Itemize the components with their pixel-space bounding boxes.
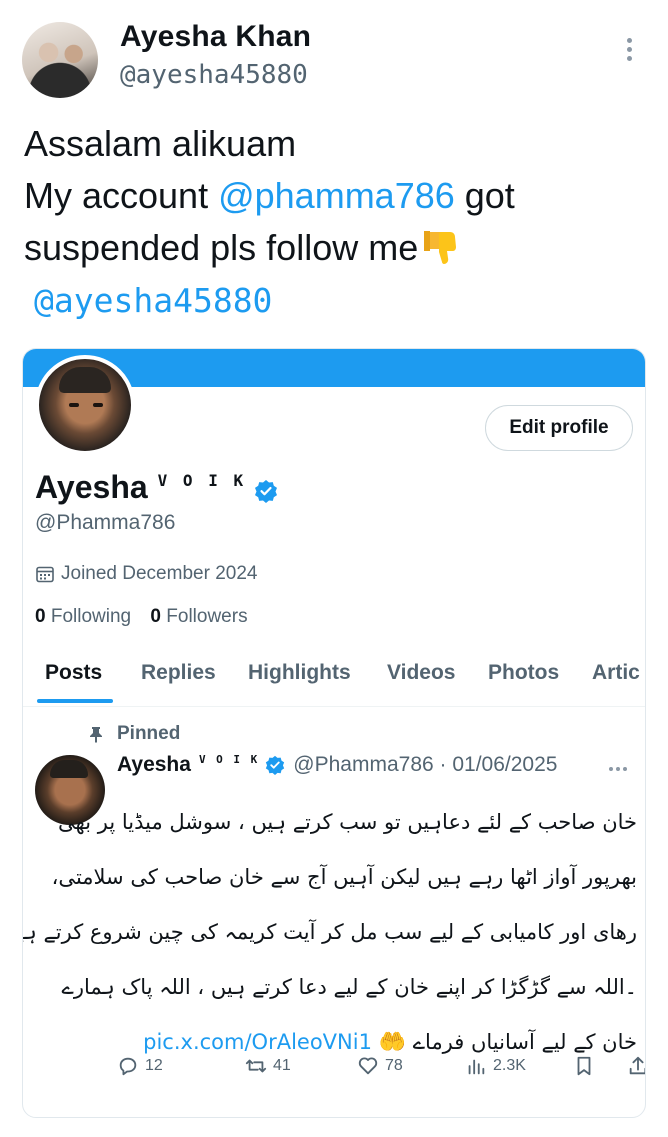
tab-posts[interactable]: Posts bbox=[45, 661, 102, 685]
post-text-line: ۔اللہ سے گڑگڑا کر اپنے خان کے لیے دعا کر… bbox=[61, 975, 637, 999]
follow-stats: 0 Following 0 Followers bbox=[35, 606, 248, 628]
profile-joined: Joined December 2024 bbox=[35, 563, 257, 585]
following-label: Following bbox=[50, 606, 132, 627]
profile-name-row: Ayesha V O I K bbox=[35, 469, 278, 506]
post-more-icon[interactable] bbox=[609, 767, 627, 771]
post-name-tag: V O I K bbox=[198, 753, 260, 766]
share-icon bbox=[629, 1056, 645, 1075]
bookmark-icon bbox=[577, 1056, 591, 1076]
author-handle[interactable]: @ayesha45880 bbox=[120, 60, 308, 90]
post-text: خان صاحب کے لئے دعاہیں تو سب کرتے ہیں ، … bbox=[22, 795, 637, 1070]
calendar-icon bbox=[36, 566, 54, 583]
like-count: 78 bbox=[385, 1057, 403, 1074]
verified-badge-icon bbox=[266, 755, 285, 775]
post-text-fragment: خان کے لیے آسانیاں فرماے bbox=[412, 1030, 637, 1054]
repost-icon bbox=[245, 1059, 267, 1073]
views-button[interactable]: 2.3K bbox=[465, 1055, 526, 1077]
reply-count: 12 bbox=[145, 1057, 163, 1074]
tab-replies[interactable]: Replies bbox=[141, 661, 216, 685]
reply-button[interactable]: 12 bbox=[117, 1055, 163, 1077]
heart-icon bbox=[358, 1057, 378, 1075]
view-count: 2.3K bbox=[493, 1057, 526, 1074]
post-header: Ayesha V O I K @Phamma786 · 01/06/2025 bbox=[117, 753, 557, 777]
tweet-text-fragment: got bbox=[454, 175, 515, 216]
tweet-text-fragment: suspended pls follow me bbox=[24, 227, 419, 268]
tweet-text-fragment: My account bbox=[24, 175, 219, 216]
tweet-text: Assalam alikuam My account @phamma786 go… bbox=[24, 118, 644, 327]
joined-date: Joined December 2024 bbox=[61, 563, 258, 584]
post-text-line: بھرپور آواز اٹھا رہے ہیں لیکن آہیں آج سے… bbox=[51, 865, 637, 889]
author-name[interactable]: Ayesha Khan bbox=[120, 20, 311, 54]
verified-badge-icon bbox=[255, 479, 278, 503]
post-author-name[interactable]: Ayesha bbox=[117, 753, 191, 777]
following-count: 0 bbox=[35, 606, 46, 627]
profile-avatar[interactable] bbox=[35, 355, 135, 455]
mention-link[interactable]: @ayesha45880 bbox=[34, 281, 272, 320]
tweet-line-4: @ayesha45880 bbox=[24, 274, 644, 327]
profile-handle: @Phamma786 bbox=[35, 511, 176, 534]
followers-link[interactable]: 0 Followers bbox=[150, 606, 247, 627]
edit-profile-button[interactable]: Edit profile bbox=[485, 405, 633, 451]
followers-label: Followers bbox=[166, 606, 248, 627]
pin-icon bbox=[90, 727, 102, 743]
tab-highlights[interactable]: Highlights bbox=[248, 661, 351, 685]
active-tab-indicator bbox=[37, 699, 113, 703]
tab-photos[interactable]: Photos bbox=[488, 661, 559, 685]
like-button[interactable]: 78 bbox=[357, 1055, 403, 1077]
post-text-line: خان صاحب کے لئے دعاہیں تو سب کرتے ہیں ، … bbox=[58, 810, 637, 834]
profile-card[interactable]: Edit profile Ayesha V O I K @Phamma786 J… bbox=[22, 348, 646, 1118]
tab-videos[interactable]: Videos bbox=[387, 661, 455, 685]
bookmark-button[interactable] bbox=[573, 1055, 601, 1077]
reply-icon bbox=[119, 1057, 137, 1076]
vertical-dots-icon[interactable] bbox=[622, 38, 636, 68]
thumbs-down-icon bbox=[424, 231, 457, 264]
post-actions: 12 41 78 2.3K bbox=[117, 1055, 645, 1085]
post-text-line: رھای اور کامیابی کے لیے سب مل کر آیت کری… bbox=[22, 920, 637, 944]
author-avatar[interactable] bbox=[22, 22, 98, 98]
profile-tabs: Posts Replies Highlights Videos Photos A… bbox=[23, 645, 645, 707]
tweet-line-2: My account @phamma786 got bbox=[24, 170, 644, 222]
raised-hands-icon: 🤲 bbox=[378, 1030, 407, 1055]
mention-link[interactable]: @phamma786 bbox=[218, 175, 455, 216]
pinned-label: Pinned bbox=[117, 723, 181, 744]
repost-button[interactable]: 41 bbox=[245, 1055, 291, 1077]
tweet-line-3: suspended pls follow me bbox=[24, 222, 644, 274]
media-link[interactable]: pic.x.com/OrAleoVNi1 bbox=[143, 1030, 372, 1054]
post-handle-date: @Phamma786 · 01/06/2025 bbox=[293, 753, 558, 776]
views-icon bbox=[468, 1059, 485, 1075]
tweet-line-1: Assalam alikuam bbox=[24, 123, 297, 164]
repost-count: 41 bbox=[273, 1057, 291, 1074]
tab-articles[interactable]: Artic bbox=[592, 661, 640, 685]
share-button[interactable] bbox=[627, 1055, 645, 1077]
followers-count: 0 bbox=[150, 606, 161, 627]
following-link[interactable]: 0 Following bbox=[35, 606, 131, 627]
profile-name-tag: V O I K bbox=[157, 471, 247, 490]
profile-name: Ayesha bbox=[35, 469, 148, 505]
pinned-label-row: Pinned bbox=[87, 723, 180, 745]
